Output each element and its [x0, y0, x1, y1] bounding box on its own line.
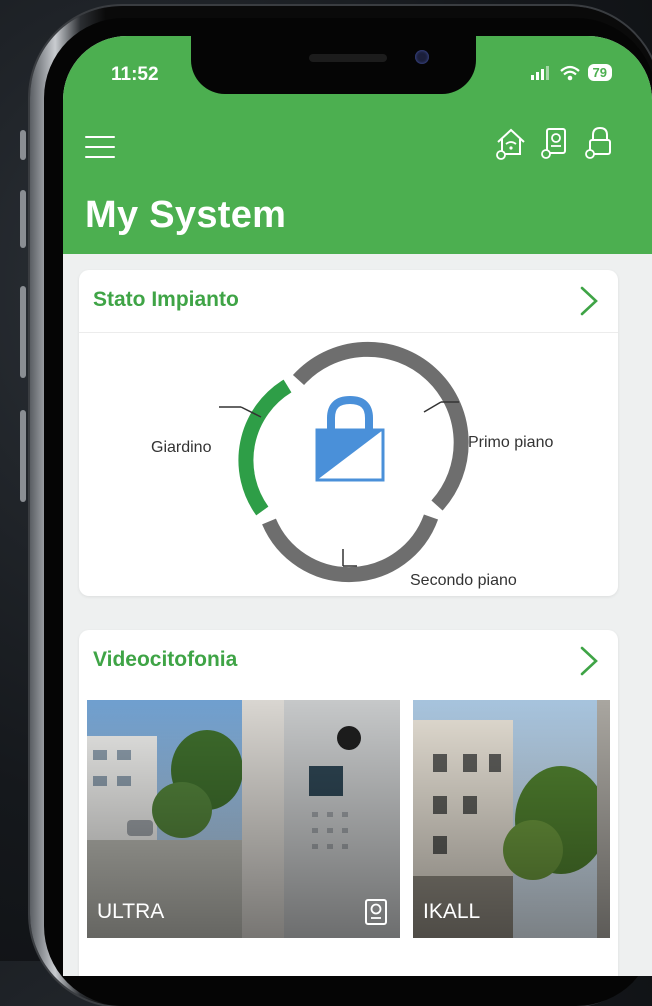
device-label-ikall: IKALL [423, 900, 481, 923]
status-indicators: 79 [530, 64, 612, 81]
device-label-ultra: ULTRA [97, 900, 165, 923]
zone-arc-giardino [238, 379, 292, 516]
app-screen: 11:52 79 My System Stato Impianto Giardi… [63, 36, 652, 976]
zone-arc-primo-piano [292, 341, 469, 511]
chevron-right-icon[interactable] [578, 284, 600, 318]
lock-icon[interactable] [582, 124, 616, 160]
device-tile-ultra[interactable]: ULTRA [87, 700, 400, 938]
home-wifi-icon[interactable] [494, 124, 528, 160]
zone-status-ring[interactable] [79, 332, 618, 596]
menu-icon[interactable] [85, 136, 115, 160]
zone-label-secondo-piano: Secondo piano [410, 572, 517, 589]
side-button-lower [20, 410, 26, 502]
header-actions [494, 124, 616, 160]
battery-indicator: 79 [587, 64, 612, 81]
device-tile-ikall[interactable]: IKALL [413, 700, 610, 938]
wifi-icon [559, 65, 580, 80]
app-header: 11:52 79 My System [63, 36, 652, 254]
speaker [309, 54, 387, 62]
notch [191, 36, 476, 94]
zone-label-giardino: Giardino [151, 439, 212, 456]
volume-down-button [20, 286, 26, 378]
page-title: My System [85, 194, 287, 236]
system-status-card[interactable]: Stato Impianto Giardino Primo piano Seco… [79, 270, 618, 596]
lock-status-icon [315, 395, 385, 482]
intercom-device-icon [365, 899, 387, 925]
video-intercom-card[interactable]: Videocitofonia ULTRA IKALL [79, 630, 618, 976]
intercom-icon[interactable] [538, 124, 572, 160]
side-button [20, 130, 26, 160]
status-time: 11:52 [111, 64, 159, 85]
camera [415, 50, 429, 64]
video-intercom-title: Videocitofonia [93, 648, 238, 671]
zone-label-primo-piano: Primo piano [468, 434, 554, 451]
signal-icon [530, 65, 549, 80]
volume-up-button [20, 190, 26, 248]
chevron-right-icon[interactable] [578, 644, 600, 678]
system-status-title: Stato Impianto [93, 288, 239, 311]
